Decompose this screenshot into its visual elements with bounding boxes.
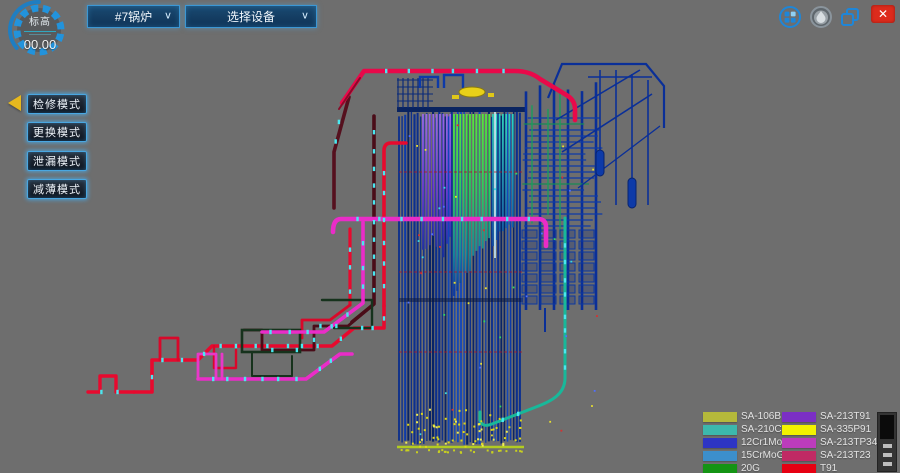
elevation-gauge: 标高 00.00 [4, 0, 76, 68]
legend-label: SA-213TP347H [820, 437, 875, 448]
elevation-label: 标高 [29, 13, 51, 28]
legend-label: 15CrMoG [741, 450, 782, 461]
mode-button-leak[interactable]: 泄漏模式 [27, 151, 87, 171]
boiler-3d-model-viewport[interactable] [0, 0, 900, 473]
legend-row: SA-106B SA-213T91 [703, 410, 875, 423]
legend-label: SA-106B [741, 411, 782, 422]
close-button[interactable]: ✕ [871, 5, 895, 23]
legend-label: 20G [741, 463, 782, 473]
legend-label: T91 [820, 463, 875, 473]
grid-icon[interactable] [778, 5, 802, 29]
legend-label: SA-210C [741, 424, 782, 435]
chevron-down-icon: ∨ [301, 10, 309, 22]
scrollbar-tick [883, 462, 892, 466]
legend-swatch [782, 425, 816, 435]
water-drop-icon[interactable] [809, 5, 833, 29]
legend-swatch [703, 451, 737, 461]
elevation-value: 00.00 [24, 37, 57, 52]
legend-swatch [703, 438, 737, 448]
collapse-arrow-icon[interactable] [8, 95, 21, 111]
legend-swatch [782, 438, 816, 448]
legend-label: SA-335P91 [820, 424, 875, 435]
mode-button-overhaul[interactable]: 检修模式 [27, 94, 87, 114]
scrollbar-tick [883, 444, 892, 448]
app-root: 标高 00.00 #7锅炉 ∨ 选择设备 ∨ [0, 0, 900, 473]
gauge-divider [24, 31, 56, 32]
scrollbar-tick [883, 453, 892, 457]
legend-scrollbar[interactable] [877, 412, 897, 472]
mode-button-replace[interactable]: 更换模式 [27, 122, 87, 142]
legend-row: 15CrMoG SA-213T23 [703, 449, 875, 462]
legend-swatch [703, 464, 737, 473]
legend-label: 12Cr1MoVG [741, 437, 782, 448]
legend-swatch [782, 412, 816, 422]
legend-swatch [782, 451, 816, 461]
boiler-select[interactable]: #7锅炉 ∨ [87, 5, 180, 28]
legend-swatch [703, 425, 737, 435]
layers-icon[interactable] [838, 5, 862, 29]
chevron-down-icon: ∨ [164, 10, 172, 22]
scrollbar-thumb[interactable] [880, 415, 894, 439]
legend-row: SA-210C SA-335P91 [703, 423, 875, 436]
legend-swatch [703, 412, 737, 422]
legend-row: 12Cr1MoVG SA-213TP347H [703, 436, 875, 449]
legend-row: 20G T91 [703, 462, 875, 473]
legend-swatch [782, 464, 816, 473]
legend-label: SA-213T91 [820, 411, 875, 422]
mode-button-thinning[interactable]: 减薄模式 [27, 179, 87, 199]
device-select[interactable]: 选择设备 ∨ [185, 5, 317, 28]
legend-label: SA-213T23 [820, 450, 875, 461]
device-select-value: 选择设备 [186, 8, 316, 25]
close-icon: ✕ [878, 7, 888, 21]
gauge-divider-2 [29, 34, 51, 35]
material-legend: SA-106B SA-213T91 SA-210C SA-335P91 12Cr… [703, 410, 875, 473]
